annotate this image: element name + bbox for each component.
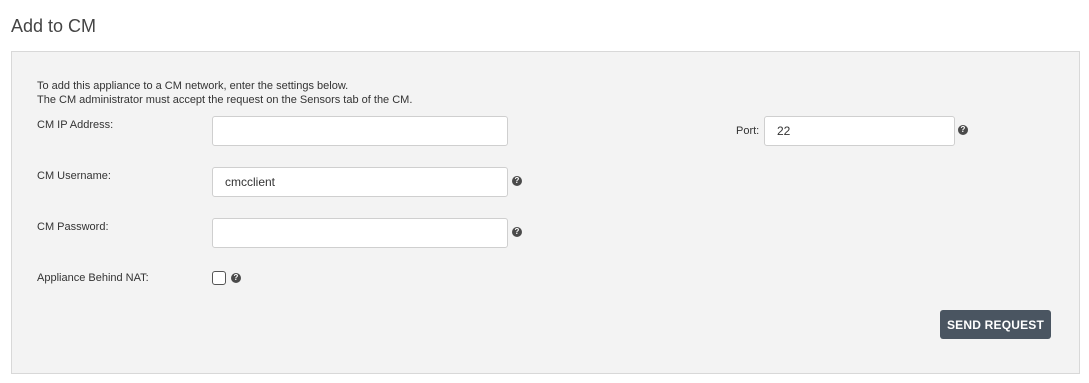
- nat-help-icon[interactable]: ?: [231, 273, 241, 283]
- add-to-cm-panel: To add this appliance to a CM network, e…: [11, 51, 1080, 374]
- port-label: Port:: [736, 125, 760, 137]
- port-input[interactable]: [764, 116, 955, 146]
- send-request-button[interactable]: SEND REQUEST: [940, 310, 1051, 339]
- intro-text-line-2: The CM administrator must accept the req…: [37, 94, 413, 106]
- username-label: CM Username:: [37, 170, 111, 182]
- nat-label: Appliance Behind NAT:: [37, 272, 149, 284]
- password-label: CM Password:: [37, 221, 109, 233]
- page-title: Add to CM: [11, 16, 97, 36]
- password-input[interactable]: [212, 218, 508, 248]
- ip-address-input[interactable]: [212, 116, 508, 146]
- nat-checkbox[interactable]: [212, 271, 226, 285]
- username-help-icon[interactable]: ?: [512, 176, 522, 186]
- ip-address-label: CM IP Address:: [37, 119, 114, 131]
- username-input[interactable]: [212, 167, 508, 197]
- intro-text-line-1: To add this appliance to a CM network, e…: [37, 80, 349, 92]
- port-help-icon[interactable]: ?: [958, 125, 968, 135]
- password-help-icon[interactable]: ?: [512, 227, 522, 237]
